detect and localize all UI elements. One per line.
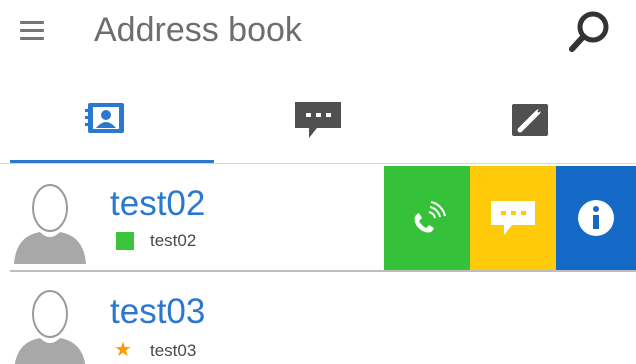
page-title: Address book: [94, 11, 302, 49]
tab-bar: [0, 88, 636, 164]
message-button[interactable]: [470, 166, 556, 270]
avatar: [14, 290, 86, 364]
contacts-icon: [85, 103, 124, 133]
avatar: [14, 184, 86, 264]
contact-status-text: test03: [150, 341, 197, 360]
favorite-star-icon: ★: [114, 339, 132, 361]
phone-icon: [414, 201, 446, 233]
contact-row-test03[interactable]: test03 ★ test03: [0, 272, 636, 364]
chat-icon: [295, 102, 341, 138]
tab-divider: [0, 163, 636, 164]
contact-name: test02: [110, 184, 206, 223]
call-button[interactable]: [384, 166, 470, 270]
info-button[interactable]: [556, 166, 636, 270]
info-icon: [578, 200, 614, 236]
tab-chat[interactable]: [212, 88, 424, 164]
online-status-icon: [116, 232, 134, 250]
tab-call-log[interactable]: [424, 88, 636, 164]
app-header: Address book: [0, 0, 636, 64]
contact-row-test02[interactable]: test02 test02: [0, 166, 636, 272]
contact-name: test03: [110, 292, 206, 331]
chat-icon: [491, 201, 535, 235]
search-icon[interactable]: [564, 6, 616, 58]
hamburger-menu-icon[interactable]: [14, 16, 50, 46]
contact-status-text: test02: [150, 231, 197, 250]
call-log-icon: [512, 104, 548, 136]
tab-contacts[interactable]: [0, 88, 212, 164]
